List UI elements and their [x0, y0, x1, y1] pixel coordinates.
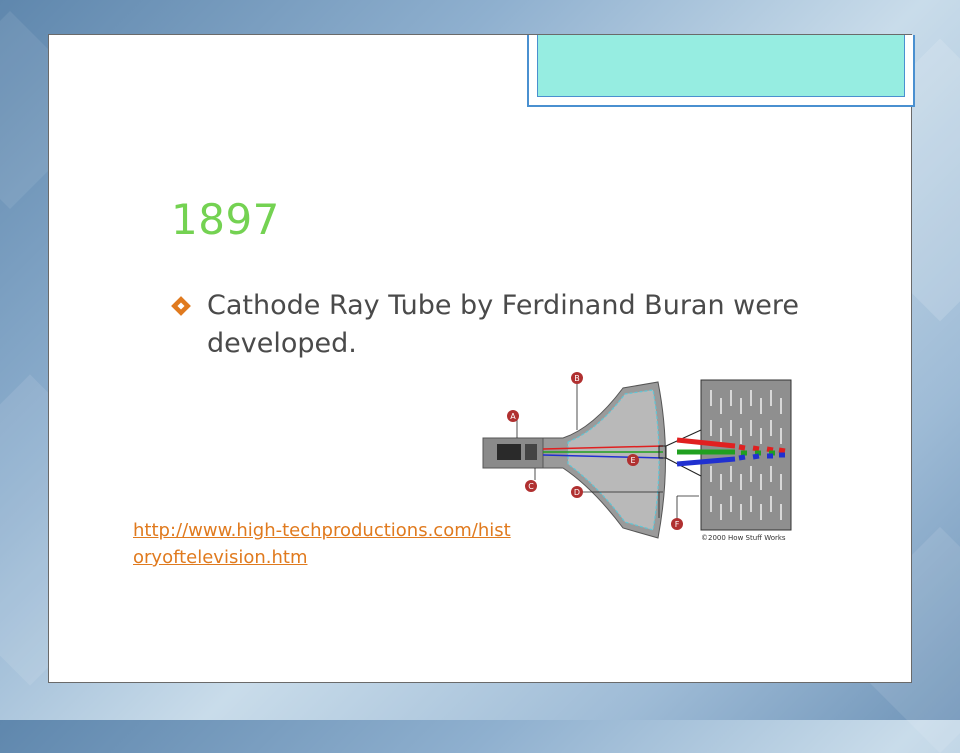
label-e-text: E: [630, 456, 635, 465]
gun-electrode: [525, 444, 537, 460]
label-c: C: [525, 480, 537, 492]
label-b: B: [571, 372, 583, 384]
header-tab: [527, 35, 915, 107]
label-e: E: [627, 454, 639, 466]
diamond-bullet-icon: [171, 296, 191, 316]
bullet-text: Cathode Ray Tube by Ferdinand Buran were…: [207, 290, 799, 359]
slide-title: 1897: [171, 195, 280, 244]
slide: 1897 Cathode Ray Tube by Ferdinand Buran…: [48, 34, 915, 683]
label-a-text: A: [510, 412, 516, 421]
zoom-beam-green: [677, 449, 775, 456]
header-tab-fill: [537, 35, 905, 97]
label-d: D: [571, 486, 583, 498]
label-f: F: [671, 518, 683, 530]
source-link[interactable]: http://www.high-techproductions.com/hist…: [133, 517, 513, 571]
label-f-text: F: [675, 520, 680, 529]
electron-gun: [497, 444, 521, 460]
label-b-text: B: [574, 374, 580, 383]
diagram-credit: ©2000 How Stuff Works: [701, 534, 786, 542]
label-a: A: [507, 410, 519, 422]
label-d-text: D: [574, 488, 580, 497]
label-c-text: C: [528, 482, 534, 491]
crt-diagram: A B C D E F: [482, 372, 792, 539]
